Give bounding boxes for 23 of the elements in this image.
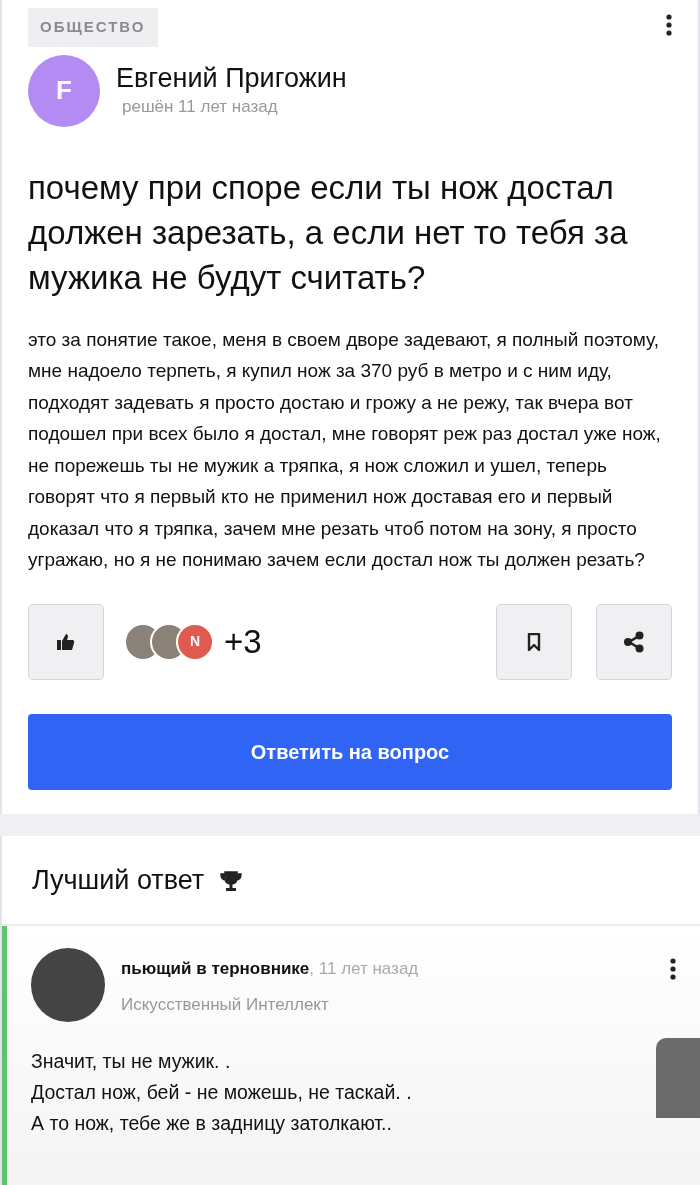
voter-count: +3 <box>224 621 262 662</box>
answer-text: Значит, ты не мужик. . <box>31 1049 232 1074</box>
more-icon[interactable] <box>670 957 676 980</box>
author-rank: Искусственный Интеллект <box>121 993 330 1016</box>
bookmark-icon <box>527 632 541 651</box>
answer-text: А то нож, тебе же в задницу затолкают.. <box>31 1111 393 1136</box>
answer-button[interactable]: Ответить на вопрос <box>28 713 672 790</box>
share-button[interactable] <box>596 603 672 680</box>
avatar: F <box>28 54 100 127</box>
question-body: это за понятие такое, меня в своем дворе задевают, я полный поэтому, мне надоело терпеть, я купил нож за 370 руб в метро и с ним иду, подходят задевать я просто достаю и грожу а не режу, так вчера вот подошел при всех было я достал, мне говорят реж раз достал уже нож, не порежешь ты не мужик а тряпка, я нож сложил и ушел, теперь говорят что я первый кто не применил нож доставая его и первый доказал что я тряпка, зачем мне резать чтоб потом на зону, я просто угражаю, но я не понимаю зачем если достал нож ты должен резать? <box>28 327 662 572</box>
question-title: почему при споре если ты нож достал должен зарезать, а если нет то тебя за мужика не будут считать? <box>28 167 629 298</box>
trophy-icon <box>220 870 243 893</box>
like-button[interactable] <box>28 603 104 680</box>
author-name[interactable]: Евгений Пригожин <box>116 61 347 94</box>
author-name[interactable]: пьющий в терновнике <box>121 959 310 978</box>
status-text: решён 11 лет назад <box>122 95 279 118</box>
thumbs-up-icon <box>57 632 75 651</box>
voter-avatar: N <box>176 622 214 661</box>
answer-time: , 11 лет назад <box>309 959 419 978</box>
answer-text: Достал нож, бей - не можешь, не таскай. . <box>31 1080 413 1105</box>
share-icon <box>623 630 645 653</box>
section-heading: Лучший ответ <box>32 863 205 897</box>
more-icon[interactable] <box>666 13 672 36</box>
